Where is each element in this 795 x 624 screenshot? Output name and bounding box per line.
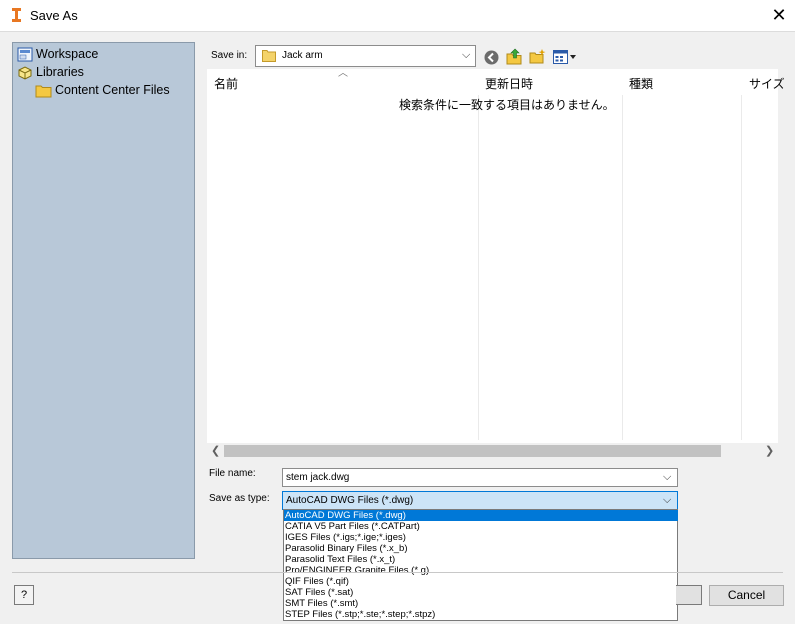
- new-folder-icon[interactable]: [529, 49, 546, 64]
- chevron-down-icon[interactable]: ⌵: [663, 471, 671, 484]
- option-catia[interactable]: CATIA V5 Part Files (*.CATPart): [284, 521, 678, 532]
- inventor-icon: [9, 7, 24, 23]
- cancel-button[interactable]: Cancel: [709, 585, 784, 606]
- option-sat[interactable]: SAT Files (*.sat): [284, 587, 678, 598]
- scroll-left-icon[interactable]: ❮: [211, 444, 220, 457]
- scrollbar-thumb[interactable]: [224, 445, 721, 457]
- option-parasolid-binary[interactable]: Parasolid Binary Files (*.x_b): [284, 543, 678, 554]
- savetype-label: Save as type:: [209, 493, 270, 504]
- filename-label: File name:: [209, 468, 256, 479]
- option-parasolid-text[interactable]: Parasolid Text Files (*.x_t): [284, 554, 678, 565]
- savein-label: Save in:: [211, 50, 248, 61]
- chevron-down-icon[interactable]: ⌵: [462, 49, 470, 62]
- savetype-dropdown[interactable]: AutoCAD DWG Files (*.dwg): [282, 491, 678, 510]
- divider: [12, 572, 783, 573]
- save-button[interactable]: [676, 585, 702, 605]
- option-step[interactable]: STEP Files (*.stp;*.ste;*.step;*.stpz): [284, 609, 678, 620]
- filename-field[interactable]: stem jack.dwg: [282, 468, 678, 487]
- folder-icon: [35, 85, 52, 98]
- place-libraries[interactable]: Libraries: [17, 63, 84, 81]
- place-label: Workspace: [36, 47, 99, 61]
- place-content-center-files[interactable]: Content Center Files: [35, 81, 170, 99]
- savetype-value: AutoCAD DWG Files (*.dwg): [286, 495, 414, 506]
- filename-value: stem jack.dwg: [286, 472, 350, 483]
- column-divider: [741, 95, 742, 440]
- option-qif[interactable]: QIF Files (*.qif): [284, 576, 678, 587]
- places-pane: Workspace Libraries Content Center Files: [12, 42, 195, 559]
- place-label: Content Center Files: [55, 83, 170, 97]
- column-header-date[interactable]: 更新日時: [485, 75, 533, 92]
- back-icon[interactable]: [484, 50, 499, 65]
- workspace-icon: [17, 47, 33, 62]
- column-header-type[interactable]: 種類: [629, 75, 653, 92]
- divider: [0, 31, 795, 32]
- help-button[interactable]: ?: [14, 585, 34, 605]
- savein-value: Jack arm: [282, 50, 323, 61]
- place-label: Libraries: [36, 65, 84, 79]
- column-divider: [622, 95, 623, 440]
- folder-icon: [262, 50, 276, 62]
- option-smt[interactable]: SMT Files (*.smt): [284, 598, 678, 609]
- libraries-icon: [18, 66, 32, 80]
- close-button[interactable]: ✕: [766, 4, 792, 26]
- column-header-size[interactable]: サイズ: [749, 75, 785, 92]
- chevron-down-icon[interactable]: ⌵: [663, 494, 671, 507]
- window-title: Save As: [30, 8, 78, 23]
- column-divider: [478, 95, 479, 440]
- empty-message: 検索条件に一致する項目はありません。: [399, 98, 615, 112]
- sort-ascending-icon: ︿: [338, 68, 348, 79]
- place-workspace[interactable]: Workspace: [17, 45, 98, 63]
- up-folder-icon[interactable]: [506, 48, 522, 65]
- view-menu-icon[interactable]: [553, 50, 578, 64]
- file-list[interactable]: [207, 69, 778, 459]
- column-header-name[interactable]: 名前: [214, 75, 238, 92]
- scroll-right-icon[interactable]: ❯: [765, 444, 774, 457]
- option-dwg[interactable]: AutoCAD DWG Files (*.dwg): [284, 510, 678, 521]
- option-proe-granite[interactable]: Pro/ENGINEER Granite Files (*.g): [284, 565, 678, 576]
- option-iges[interactable]: IGES Files (*.igs;*.ige;*.iges): [284, 532, 678, 543]
- title-bar: [0, 0, 795, 31]
